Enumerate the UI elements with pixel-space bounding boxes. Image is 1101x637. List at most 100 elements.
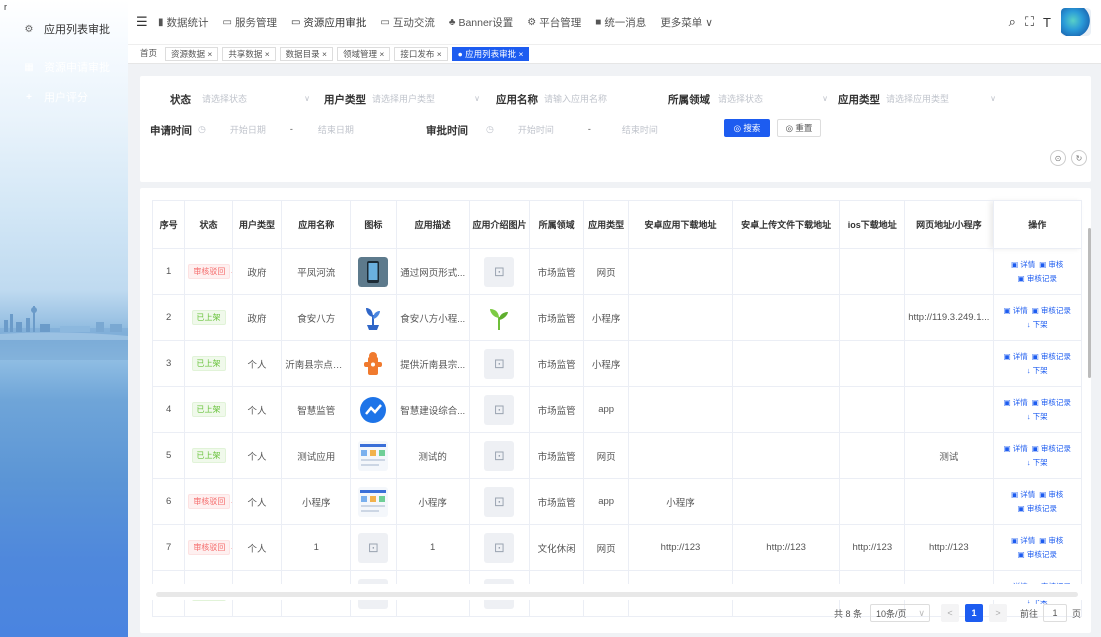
table-body: 1 审核驳回 政府 平凤河流 通过网页形式... ⊡ 市场监管 网页 ▣ 详情 ▣ 审核 ▣ 审核记… [151,248,1082,617]
tag-api-publish[interactable]: 接口发布 × [394,47,448,61]
action-link[interactable]: ▣ 详情 [1004,352,1028,361]
nav-item-banner[interactable]: ♣ Banner设置 [449,15,513,30]
prev-page-button[interactable]: < [940,604,959,622]
page-1-button[interactable]: 1 [964,604,983,622]
action-link[interactable]: ▣ 审核记录 [1018,504,1057,513]
domain-select[interactable]: 请选择状态 ∨ [718,89,830,107]
goto-page-input[interactable]: 1 [1042,604,1067,622]
column-header: 应用介绍图片 [468,200,531,249]
total-count: 共 8 条 [833,608,862,619]
name-cell: 平凤河流 [281,248,352,295]
tag-home[interactable]: 首页 [136,47,162,61]
tag-app-approval[interactable]: ● 应用列表审批 × [451,47,530,61]
action-link[interactable]: ↓ 下架 [1027,412,1048,421]
font-size-icon[interactable]: T [1043,15,1051,30]
phone-app-icon [358,256,389,287]
action-link[interactable]: ▣ 详情 [1004,398,1028,407]
refresh-icon[interactable]: ↻ [1071,150,1087,166]
action-link[interactable]: ▣ 审核记录 [1018,274,1057,283]
action-link[interactable]: ↓ 下架 [1027,320,1048,329]
app-name-input[interactable]: 请输入应用名称 [544,89,654,107]
action-link[interactable]: ▣ 详情 [1004,444,1028,453]
sidebar-item-resource-approval[interactable]: ▦ 资源申请审批 [0,54,128,80]
range-separator: - [289,124,293,134]
fullscreen-icon[interactable]: ⛶ [1025,14,1034,30]
nav-item-platform[interactable]: ⚙ 平台管理 [527,15,581,30]
hamburger-icon[interactable]: ☰ [136,14,152,30]
web-cell: 测试 [904,432,994,479]
action-link[interactable]: ▣ 审核记录 [1032,444,1071,453]
search-icon[interactable]: ⌕ [1009,14,1016,30]
icon-cell [350,386,397,433]
domain-cell: 市场监管 [529,294,585,341]
desc-cell: 测试的 [395,432,470,479]
nav-label: 服务管理 [234,16,277,29]
action-link[interactable]: ▣ 审核记录 [1018,550,1057,559]
page-size-select[interactable]: 10条/页 ∨ [869,604,930,622]
horizontal-scrollbar[interactable] [156,592,1078,597]
approve-time-range[interactable]: ◷ 开始时间 - 结束时间 [486,120,706,138]
tag-shared-data[interactable]: 共享数据 × [222,47,276,61]
nav-item-service[interactable]: ▭ 服务管理 [223,15,277,30]
sidebar-item-app-approval[interactable]: ⚙ 应用列表审批 [0,16,128,42]
clock-icon: ◷ [486,123,494,134]
tag-domain-manage[interactable]: 领域管理 × [337,47,391,61]
toggle-search-icon[interactable]: ⊙ [1050,150,1066,166]
chevron-down-icon: ∨ [822,93,828,103]
action-link[interactable]: ▣ 审核 [1039,536,1063,545]
tag-resource-data[interactable]: 资源数据 × [165,47,219,61]
avatar[interactable] [1061,8,1091,36]
ios-cell: http://123 [839,524,906,571]
apply-time-range[interactable]: ◷ 开始日期 - 结束日期 [198,120,398,138]
chat-icon: ▭ [380,16,390,28]
web-cell [904,340,994,387]
column-header: 应用描述 [395,200,470,249]
image-placeholder-icon: ⊡ [484,394,515,425]
nav-label: 互动交流 [392,16,435,29]
user-type-select[interactable]: 请选择用户类型 ∨ [372,89,482,107]
nav-label: 统一消息 [604,16,647,29]
nav-item-statistics[interactable]: ▮ 数据统计 [158,15,209,30]
app-type-select[interactable]: 请选择应用类型 ∨ [886,89,998,107]
chevron-down-icon: ∨ [990,93,996,103]
action-link[interactable]: ▣ 详情 [1004,306,1028,315]
nav-item-interaction[interactable]: ▭ 互动交流 [380,15,434,30]
vertical-scrollbar[interactable] [1088,228,1091,378]
action-link[interactable]: ↓ 下架 [1027,366,1048,375]
reset-button[interactable]: ◎ 重置 [777,119,821,137]
next-page-button[interactable]: > [988,604,1007,622]
search-button[interactable]: ◎ 搜索 [724,119,770,137]
app-type-placeholder: 请选择应用类型 [886,93,950,104]
nav-item-resource-approval[interactable]: ▭ 资源应用审批 [291,15,366,30]
action-link[interactable]: ▣ 审核记录 [1032,352,1071,361]
status-cell: 已上架 [184,432,233,479]
action-link[interactable]: ▣ 详情 [1011,260,1035,269]
action-link[interactable]: ▣ 详情 [1011,490,1035,499]
status-cell: 已上架 [184,294,233,341]
action-link[interactable]: ▣ 审核记录 [1032,306,1071,315]
nav-label: 平台管理 [539,16,582,29]
android-file-cell [731,478,841,525]
nav-label: 数据统计 [166,16,209,29]
action-link[interactable]: ▣ 详情 [1011,536,1035,545]
web-cell: http://119.3.249.1... [904,294,994,341]
desc-cell: 智慧建设综合... [395,386,470,433]
status-placeholder: 请选择状态 [202,93,248,104]
action-link[interactable]: ▣ 审核 [1039,490,1063,499]
grid-icon: ▦ [24,61,34,73]
status-badge: 已上架 [191,448,226,463]
status-select[interactable]: 请选择状态 ∨ [202,89,312,107]
app-type-cell: 小程序 [583,294,630,341]
nav-item-message[interactable]: ■ 统一消息 [595,15,646,30]
table-header-row: 序号 状态 用户类型 应用名称 图标 应用描述 应用介绍图片 所属领域 应用类型 安卓应用下载地址… [151,200,1082,249]
tag-data-catalog[interactable]: 数据目录 × [279,47,333,61]
nav-item-more[interactable]: 更多菜单 ∨ [660,15,713,30]
sidebar-item-user-rating[interactable]: + 用户评分 [0,84,128,110]
table-row: 6 审核驳回 个人 小程序 小程序 ⊡ 市场监管 app 小程序 ▣ 详情 ▣ 审核 ▣ 审核记录 [151,478,1082,525]
action-link[interactable]: ▣ 审核 [1039,260,1063,269]
action-link[interactable]: ↓ 下架 [1027,458,1048,467]
action-link[interactable]: ▣ 审核记录 [1032,398,1071,407]
page-suffix: 页 [1071,608,1081,619]
domain-label: 所属领域 [668,94,710,106]
status-badge: 已上架 [191,310,226,325]
